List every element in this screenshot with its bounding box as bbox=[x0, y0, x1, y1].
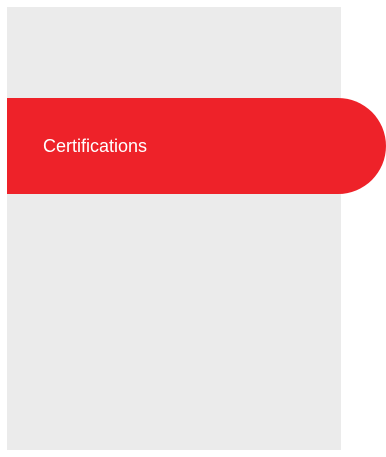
sidebar-panel bbox=[7, 7, 341, 450]
page: Certifications bbox=[0, 0, 386, 457]
sidebar-item-label: Certifications bbox=[43, 136, 148, 156]
sidebar-item-certifications[interactable]: Certifications bbox=[7, 98, 386, 194]
